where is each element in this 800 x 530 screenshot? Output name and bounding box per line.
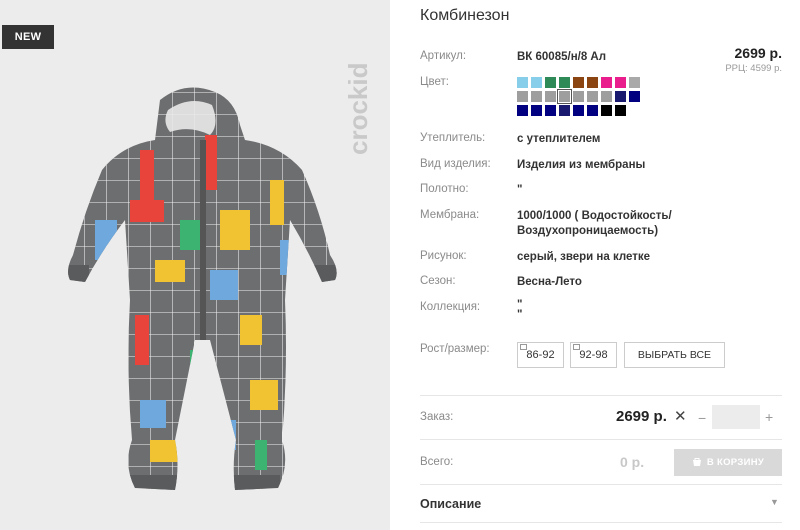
color-swatch[interactable] bbox=[587, 91, 598, 102]
product-title: Комбинезон bbox=[420, 7, 510, 24]
cart-icon bbox=[692, 457, 701, 466]
type-label: Вид изделия: bbox=[420, 158, 491, 170]
color-swatch[interactable] bbox=[615, 77, 626, 88]
color-swatch[interactable] bbox=[559, 77, 570, 88]
color-swatch[interactable] bbox=[601, 105, 612, 116]
size-option-86-92[interactable]: 86-92 bbox=[517, 342, 564, 368]
divider bbox=[420, 395, 782, 396]
color-swatch[interactable] bbox=[601, 91, 612, 102]
pattern-value: серый, звери на клетке bbox=[517, 251, 651, 263]
chevron-down-icon[interactable]: ▼ bbox=[770, 497, 779, 507]
pattern-label: Рисунок: bbox=[420, 250, 467, 262]
color-swatch[interactable] bbox=[559, 105, 570, 116]
close-icon[interactable]: ✕ bbox=[674, 407, 687, 425]
color-swatch[interactable] bbox=[517, 77, 528, 88]
total-value: 0 р. bbox=[620, 454, 645, 470]
size-option-label: 86-92 bbox=[526, 349, 555, 361]
color-swatch[interactable] bbox=[517, 105, 528, 116]
color-swatch[interactable] bbox=[587, 77, 598, 88]
membrane-value-line2: Воздухопроницаемость) bbox=[517, 225, 659, 237]
color-swatch[interactable] bbox=[573, 91, 584, 102]
order-price: 2699 р. bbox=[616, 408, 667, 425]
color-swatch[interactable] bbox=[573, 77, 584, 88]
color-swatch[interactable] bbox=[629, 91, 640, 102]
type-value: Изделия из мембраны bbox=[517, 159, 646, 171]
rrp-price: РРЦ: 4599 р. bbox=[725, 63, 782, 74]
description-title[interactable]: Описание bbox=[420, 497, 481, 511]
total-label: Всего: bbox=[420, 456, 454, 468]
size-checkbox-icon bbox=[573, 344, 580, 350]
color-swatch[interactable] bbox=[517, 91, 528, 102]
new-badge: NEW bbox=[2, 25, 54, 49]
color-swatch[interactable] bbox=[629, 77, 640, 88]
color-swatch[interactable] bbox=[545, 105, 556, 116]
article-label: Артикул: bbox=[420, 50, 467, 62]
fabric-label: Полотно: bbox=[420, 183, 469, 195]
quantity-input[interactable] bbox=[712, 405, 760, 429]
product-photo[interactable]: NEW crockid bbox=[0, 0, 390, 530]
color-label: Цвет: bbox=[420, 76, 449, 88]
membrane-value-line1: 1000/1000 ( Водостойкость/ bbox=[517, 210, 672, 222]
size-checkbox-icon bbox=[520, 344, 527, 350]
qty-plus-button[interactable]: + bbox=[765, 409, 773, 425]
price: 2699 р. bbox=[734, 45, 782, 61]
product-info: Комбинезон Артикул: ВК 60085/н/8 Ал 2699… bbox=[420, 0, 792, 530]
divider bbox=[420, 484, 782, 485]
fabric-value: " bbox=[517, 184, 523, 196]
collection-value-line2: " bbox=[517, 309, 523, 321]
size-label: Рост/размер: bbox=[420, 343, 490, 355]
color-swatch[interactable] bbox=[573, 105, 584, 116]
collection-label: Коллекция: bbox=[420, 301, 481, 313]
color-swatch[interactable] bbox=[615, 105, 626, 116]
insulation-label: Утеплитель: bbox=[420, 132, 486, 144]
color-swatch[interactable] bbox=[545, 91, 556, 102]
color-swatch[interactable] bbox=[601, 77, 612, 88]
membrane-label: Мембрана: bbox=[420, 209, 480, 221]
season-label: Сезон: bbox=[420, 275, 456, 287]
color-swatch[interactable] bbox=[587, 105, 598, 116]
color-swatch[interactable] bbox=[531, 77, 542, 88]
divider bbox=[420, 439, 782, 440]
size-option-92-98[interactable]: 92-98 bbox=[570, 342, 617, 368]
qty-minus-button[interactable]: − bbox=[698, 410, 706, 426]
size-option-label: 92-98 bbox=[579, 349, 608, 361]
article-value: ВК 60085/н/8 Ал bbox=[517, 51, 607, 63]
color-swatch[interactable] bbox=[531, 105, 542, 116]
order-label: Заказ: bbox=[420, 411, 454, 423]
season-value: Весна-Лето bbox=[517, 276, 582, 288]
color-swatch[interactable] bbox=[557, 89, 572, 104]
cart-button-label: В КОРЗИНУ bbox=[706, 457, 765, 468]
divider bbox=[420, 522, 782, 523]
color-swatch[interactable] bbox=[545, 77, 556, 88]
select-all-button[interactable]: ВЫБРАТЬ ВСЕ bbox=[624, 342, 725, 368]
jumpsuit-image bbox=[68, 87, 337, 490]
color-swatch[interactable] bbox=[615, 91, 626, 102]
color-swatch[interactable] bbox=[531, 91, 542, 102]
insulation-value: с утеплителем bbox=[517, 133, 601, 145]
add-to-cart-button[interactable]: В КОРЗИНУ bbox=[674, 449, 782, 476]
